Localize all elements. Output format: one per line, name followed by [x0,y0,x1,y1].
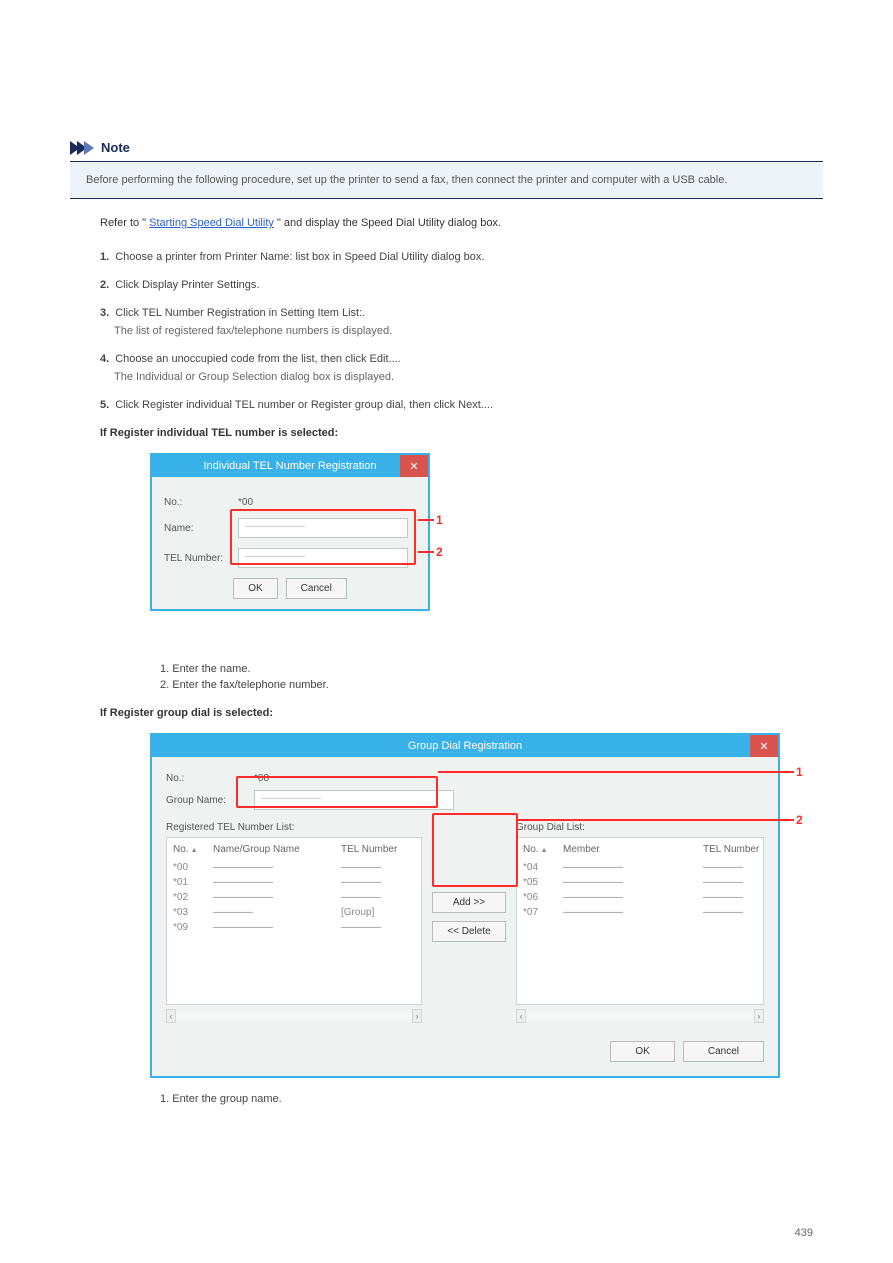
step-text: Click Register individual TEL number or … [115,399,493,411]
tel-label: TEL Number: [164,553,230,564]
col-name: Name/Group Name [213,844,341,855]
if-individual: If Register individual TEL number is sel… [100,427,823,439]
link-prefix: Refer to " [100,217,146,229]
col-no: No. [523,844,539,855]
scrollbar[interactable]: ‹› [516,1009,764,1023]
add-button[interactable]: Add >> [432,892,506,913]
individual-tel-dialog: Individual TEL Number Registration ✕ No.… [150,453,430,611]
step-text: Click TEL Number Registration in Setting… [115,307,365,319]
dlg1-post2: 2. Enter the fax/telephone number. [160,679,823,691]
note-header: Note [70,140,823,155]
page-number: 439 [795,1227,813,1239]
no-label: No.: [166,773,246,784]
table-row[interactable]: *07—————————— [523,905,763,920]
link-suffix: " and display the Speed Dial Utility dia… [277,217,501,229]
step-num: 1. [100,251,109,263]
ok-button[interactable]: OK [233,578,277,599]
no-value: *08 [254,773,269,784]
step-num: 3. [100,307,109,319]
callout-1: 1 [796,765,803,779]
callout-1: 1 [436,513,443,527]
step-text: Click Display Printer Settings. [115,279,259,291]
note-body: Before performing the following procedur… [70,161,823,199]
step-text: Choose an unoccupied code from the list,… [115,353,401,365]
group-name-label: Group Name: [166,795,246,806]
group-dial-list-label: Group Dial List: [516,822,764,833]
name-label: Name: [164,523,230,534]
table-row[interactable]: *01—————————— [173,875,421,890]
table-row[interactable]: *05—————————— [523,875,763,890]
tel-input[interactable]: —————— [238,548,408,568]
registered-tel-list[interactable]: No.▲Name/Group NameTEL Number *00———————… [166,837,422,1005]
step-num: 5. [100,399,109,411]
close-icon[interactable]: ✕ [750,735,778,757]
callout-2: 2 [796,813,803,827]
close-icon[interactable]: ✕ [400,455,428,477]
table-row[interactable]: *09—————————— [173,920,421,935]
if-group: If Register group dial is selected: [100,707,823,719]
group-name-input[interactable]: —————— [254,790,454,810]
name-input[interactable]: —————— [238,518,408,538]
link-line: Refer to " Starting Speed Dial Utility "… [100,217,823,229]
step-num: 2. [100,279,109,291]
scrollbar[interactable]: ‹› [166,1009,422,1023]
group-dial-dialog: Group Dial Registration ✕ No.: *08 Group… [150,733,780,1078]
table-row[interactable]: *06—————————— [523,890,763,905]
step-text: Choose a printer from Printer Name: list… [115,251,484,263]
step-desc: The Individual or Group Selection dialog… [114,371,823,383]
cancel-button[interactable]: Cancel [683,1041,764,1062]
dlg2-post1: 1. Enter the group name. [160,1093,823,1105]
col-member: Member [563,844,703,855]
table-row[interactable]: *03————[Group] [173,905,421,920]
col-no: No. [173,844,189,855]
dialog-title: Group Dial Registration [408,740,522,752]
step-num: 4. [100,353,109,365]
no-label: No.: [164,497,230,508]
col-tel: TEL Number [703,844,763,855]
dialog-title: Individual TEL Number Registration [203,460,376,472]
reg-list-label: Registered TEL Number List: [166,822,422,833]
no-value: *00 [238,497,253,508]
group-dial-list[interactable]: No.▲MemberTEL Number *04——————————*05———… [516,837,764,1005]
note-title: Note [101,140,130,155]
ok-button[interactable]: OK [610,1041,674,1062]
arrow-icon [70,141,91,155]
callout-2: 2 [436,545,443,559]
starting-speed-dial-link[interactable]: Starting Speed Dial Utility [149,217,274,229]
dlg1-post1: 1. Enter the name. [160,663,823,675]
table-row[interactable]: *04—————————— [523,860,763,875]
table-row[interactable]: *02—————————— [173,890,421,905]
col-tel: TEL Number [341,844,421,855]
delete-button[interactable]: << Delete [432,921,506,942]
cancel-button[interactable]: Cancel [286,578,347,599]
table-row[interactable]: *00—————————— [173,860,421,875]
step-desc: The list of registered fax/telephone num… [114,325,823,337]
